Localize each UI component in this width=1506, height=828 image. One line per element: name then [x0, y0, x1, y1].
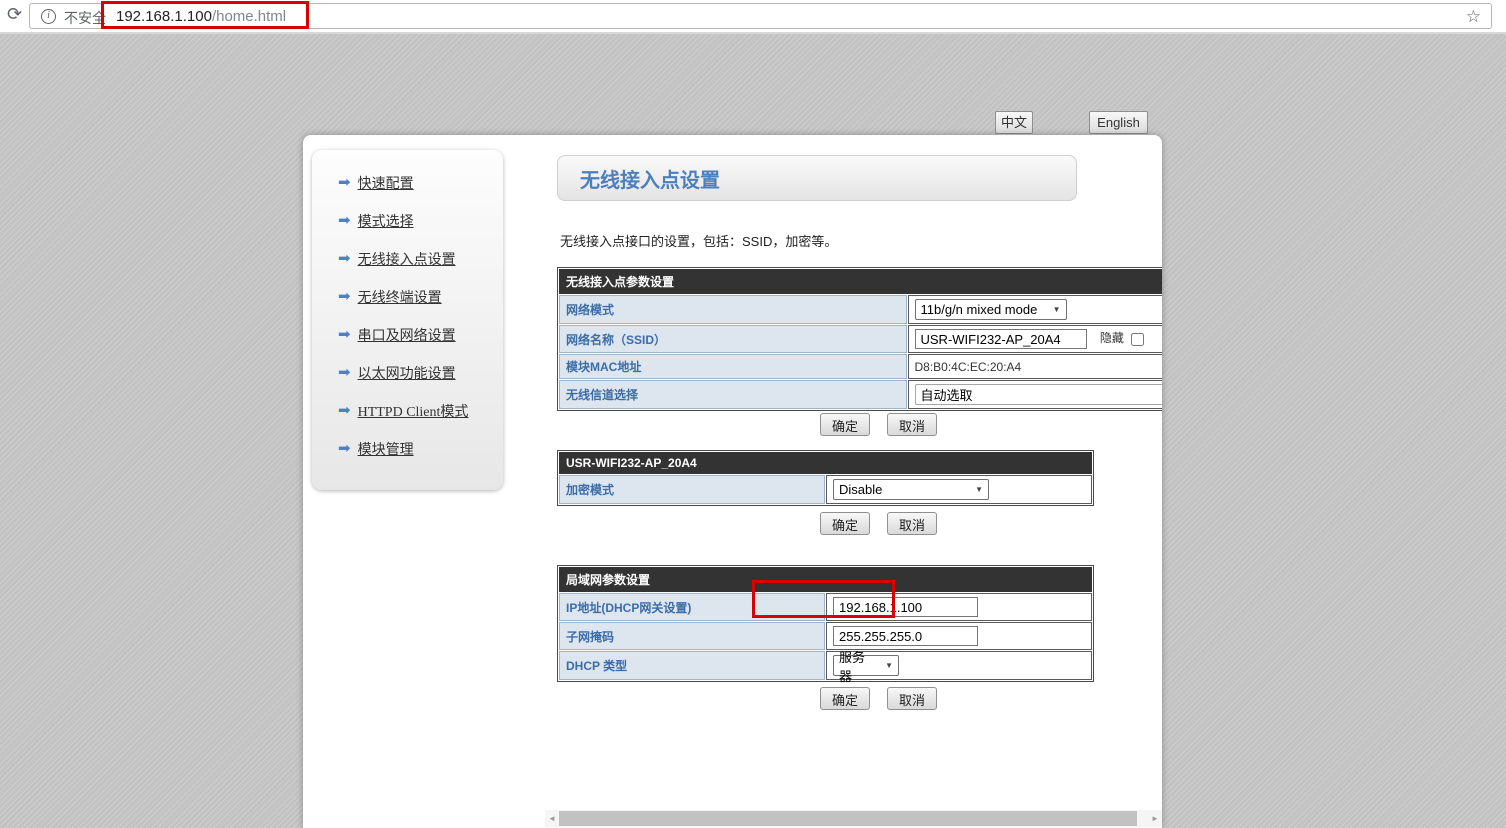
ssid-hide-checkbox[interactable]: [1131, 333, 1144, 346]
screen: ⟳ i 不安全 192.168.1.100/home.html ☆ 中文 Eng…: [0, 0, 1506, 828]
cancel-button[interactable]: 取消: [887, 512, 937, 535]
lan-actions: 确定 取消: [820, 687, 937, 710]
wireless-channel-select[interactable]: 自动选取 ▼: [915, 384, 1163, 405]
page-title: 无线接入点设置: [580, 164, 720, 193]
arrow-right-icon: ➡: [338, 175, 351, 190]
table-row: 加密模式 Disable ▼: [559, 475, 1092, 504]
url-text[interactable]: 192.168.1.100/home.html: [116, 8, 286, 25]
horizontal-scrollbar[interactable]: ◄ ►: [545, 810, 1162, 827]
wireless-channel-label: 无线信道选择: [559, 380, 907, 409]
table-row: DHCP 类型 服务器 ▼: [559, 651, 1092, 680]
encryption-mode-value: Disable: [839, 482, 882, 497]
table-row: 子网掩码: [559, 622, 1092, 650]
arrow-right-icon: ➡: [338, 289, 351, 304]
cancel-button[interactable]: 取消: [887, 687, 937, 710]
encryption-table-header: USR-WIFI232-AP_20A4: [559, 452, 1092, 474]
arrow-right-icon: ➡: [338, 251, 351, 266]
encryption-actions: 确定 取消: [820, 512, 937, 535]
mac-address-value: D8:B0:4C:EC:20:A4: [915, 360, 1022, 374]
security-label: 不安全: [64, 8, 106, 28]
encryption-table: USR-WIFI232-AP_20A4 加密模式 Disable ▼: [557, 450, 1094, 506]
table-row: 网络名称（SSID） 隐藏: [559, 325, 1162, 353]
sidebar-item-label[interactable]: 以太网功能设置: [358, 363, 456, 383]
chevron-down-icon: ▼: [1053, 305, 1061, 314]
ip-address-label: IP地址(DHCP网关设置): [559, 593, 825, 621]
address-bar[interactable]: i 不安全 192.168.1.100/home.html ☆: [29, 3, 1492, 29]
netmask-input[interactable]: [833, 626, 978, 646]
sidebar-item-quick-config[interactable]: ➡ 快速配置: [338, 172, 503, 193]
bookmark-star-icon[interactable]: ☆: [1466, 7, 1481, 27]
ssid-input[interactable]: [915, 329, 1087, 349]
ap-params-table-header: 无线接入点参数设置: [559, 269, 1162, 294]
info-icon[interactable]: i: [41, 9, 56, 24]
page-subtitle: 无线接入点接口的设置，包括：SSID，加密等。: [560, 231, 837, 250]
url-path: /home.html: [212, 8, 286, 25]
cancel-button[interactable]: 取消: [887, 413, 937, 436]
sidebar-item-uart-network[interactable]: ➡ 串口及网络设置: [338, 324, 503, 345]
arrow-right-icon: ➡: [338, 327, 351, 342]
ssid-hide-label: 隐藏: [1100, 331, 1124, 345]
table-row: IP地址(DHCP网关设置): [559, 593, 1092, 621]
sidebar-item-module-management[interactable]: ➡ 模块管理: [338, 438, 503, 459]
ssid-label: 网络名称（SSID）: [559, 325, 907, 353]
ok-button[interactable]: 确定: [820, 512, 870, 535]
ok-button[interactable]: 确定: [820, 687, 870, 710]
language-english-button[interactable]: English: [1089, 111, 1148, 134]
sidebar-item-ap-settings[interactable]: ➡ 无线接入点设置: [338, 248, 503, 269]
wireless-channel-value: 自动选取: [921, 385, 973, 404]
chevron-down-icon: ▼: [885, 661, 893, 670]
ap-params-table: 无线接入点参数设置 网络模式 11b/g/n mixed mode ▼ 网络名称…: [557, 267, 1162, 411]
ok-button[interactable]: 确定: [820, 413, 870, 436]
arrow-right-icon: ➡: [338, 441, 351, 456]
sidebar-item-sta-settings[interactable]: ➡ 无线终端设置: [338, 286, 503, 307]
sidebar-item-label[interactable]: 无线接入点设置: [358, 249, 456, 269]
sidebar-item-ethernet[interactable]: ➡ 以太网功能设置: [338, 362, 503, 383]
sidebar-item-label[interactable]: 无线终端设置: [358, 287, 442, 307]
ip-address-input[interactable]: [833, 597, 978, 617]
network-mode-value: 11b/g/n mixed mode: [921, 302, 1038, 317]
dhcp-type-value: 服务器: [839, 647, 877, 685]
reload-icon[interactable]: ⟳: [7, 4, 22, 25]
page-title-banner: 无线接入点设置: [557, 155, 1077, 201]
sidebar-item-mode-select[interactable]: ➡ 模式选择: [338, 210, 503, 231]
table-row: 无线信道选择 自动选取 ▼: [559, 380, 1162, 409]
sidebar-item-label[interactable]: 串口及网络设置: [358, 325, 456, 345]
network-mode-select[interactable]: 11b/g/n mixed mode ▼: [915, 299, 1067, 320]
arrow-right-icon: ➡: [338, 365, 351, 380]
sidebar-item-label[interactable]: 快速配置: [358, 173, 414, 193]
scroll-left-icon[interactable]: ◄: [545, 810, 559, 827]
chevron-down-icon: ▼: [975, 485, 983, 494]
dhcp-type-select[interactable]: 服务器 ▼: [833, 655, 899, 676]
browser-toolbar: ⟳ i 不安全 192.168.1.100/home.html ☆: [0, 0, 1506, 32]
sidebar-item-httpd-client[interactable]: ➡ HTTPD Client模式: [338, 400, 503, 421]
arrow-right-icon: ➡: [338, 213, 351, 228]
ap-params-actions: 确定 取消: [820, 413, 937, 436]
dhcp-type-label: DHCP 类型: [559, 651, 825, 680]
scrollbar-thumb[interactable]: [559, 811, 1137, 826]
encryption-mode-select[interactable]: Disable ▼: [833, 479, 989, 500]
netmask-label: 子网掩码: [559, 622, 825, 650]
arrow-right-icon: ➡: [338, 403, 351, 418]
table-row: 模块MAC地址 D8:B0:4C:EC:20:A4: [559, 354, 1162, 379]
table-row: 网络模式 11b/g/n mixed mode ▼: [559, 295, 1162, 324]
sidebar-item-label[interactable]: 模块管理: [358, 439, 414, 459]
lan-params-table-header: 局域网参数设置: [559, 567, 1092, 592]
mac-address-label: 模块MAC地址: [559, 354, 907, 379]
sidebar-item-label[interactable]: 模式选择: [358, 211, 414, 231]
url-domain: 192.168.1.100: [116, 8, 212, 25]
lan-params-table: 局域网参数设置 IP地址(DHCP网关设置) 子网掩码 DHCP 类型 服务器 …: [557, 565, 1094, 682]
network-mode-label: 网络模式: [559, 295, 907, 324]
scrollbar-track[interactable]: [559, 810, 1148, 827]
sidebar-menu: ➡ 快速配置 ➡ 模式选择 ➡ 无线接入点设置 ➡ 无线终端设置 ➡ 串口及网络…: [312, 150, 503, 490]
scroll-right-icon[interactable]: ►: [1148, 810, 1162, 827]
language-chinese-button[interactable]: 中文: [995, 111, 1033, 134]
content-panel: ➡ 快速配置 ➡ 模式选择 ➡ 无线接入点设置 ➡ 无线终端设置 ➡ 串口及网络…: [303, 135, 1162, 828]
encryption-mode-label: 加密模式: [559, 475, 825, 504]
sidebar-item-label[interactable]: HTTPD Client模式: [358, 401, 469, 421]
